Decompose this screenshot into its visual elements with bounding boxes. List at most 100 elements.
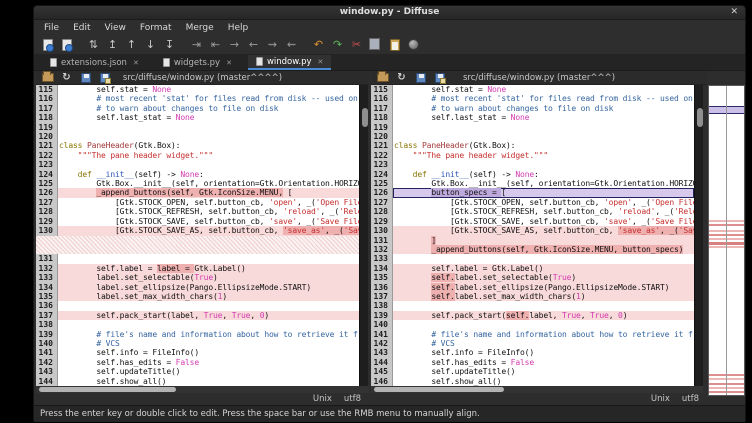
code-line[interactable]: 146 self.show_all() [371, 377, 694, 386]
copy-selection-left-button[interactable]: ⇤ [206, 36, 225, 53]
code-line[interactable]: 138 [36, 320, 359, 329]
code-line[interactable]: 133 label.set_selectable(True) [36, 273, 359, 282]
reload-file-button[interactable]: ↻ [60, 72, 73, 84]
code-line[interactable]: 129 [Gtk.STOCK_SAVE, self.button_cb, 'sa… [36, 217, 359, 226]
tab-close-icon[interactable]: ✕ [226, 59, 232, 67]
code-line[interactable]: 129 [Gtk.STOCK_SAVE, self.button_cb, 'sa… [371, 217, 694, 226]
code-line[interactable]: 131 [36, 254, 359, 263]
code-line[interactable]: 117 # to warn about changes to file on d… [36, 104, 359, 113]
code-line[interactable]: 143 self.info = FileInfo() [371, 348, 694, 357]
code-line[interactable]: 130 [Gtk.STOCK_SAVE_AS, self.button_cb, … [36, 226, 359, 235]
code-line[interactable]: 116 # most recent 'stat' for files read … [371, 94, 694, 103]
diff-overview-map[interactable] [708, 85, 745, 396]
code-line[interactable]: 131 ] [371, 236, 694, 245]
code-line[interactable]: 117 # to warn about changes to file on d… [371, 104, 694, 113]
open-file-button[interactable] [376, 72, 389, 84]
code-line[interactable]: 130 [Gtk.STOCK_SAVE_AS, self.button_cb, … [371, 226, 694, 235]
code-line[interactable]: 124 def __init__(self) -> None: [36, 170, 359, 179]
code-line[interactable]: 140 [371, 320, 694, 329]
save-file-button[interactable] [79, 72, 92, 84]
copy-left-into-selection-button[interactable]: → [225, 36, 244, 53]
code-line[interactable]: 137 self.pack_start(label, True, True, 0… [36, 311, 359, 320]
code-line[interactable]: 122 """The pane header widget.""" [36, 151, 359, 160]
code-line[interactable]: 115 self.stat = None [371, 85, 694, 94]
copy-selection-right-button[interactable]: ⇥ [187, 36, 206, 53]
left-horizontal-scrollbar[interactable] [36, 386, 369, 393]
code-line[interactable]: 136 [36, 301, 359, 310]
tab-widgets.py[interactable]: widgets.py✕ [155, 55, 240, 70]
code-line[interactable]: 128 [Gtk.STOCK_REFRESH, self.button_cb, … [36, 207, 359, 216]
left-code-pane[interactable]: 115 self.stat = None116 # most recent 's… [36, 85, 359, 386]
redo-button[interactable]: ↷ [328, 36, 347, 53]
code-line[interactable]: 120 [371, 132, 694, 141]
code-line[interactable]: 116 # most recent 'stat' for files read … [36, 94, 359, 103]
code-line[interactable]: 134 label.set_ellipsize(Pango.EllipsizeM… [36, 283, 359, 292]
new-3way-file-merge-button[interactable] [57, 36, 76, 53]
code-line[interactable]: 121class PaneHeader(Gtk.Box): [371, 141, 694, 150]
code-line[interactable]: 120 [36, 132, 359, 141]
code-line[interactable]: 118 self.last_stat = None [371, 113, 694, 122]
title-bar[interactable]: window.py - Diffuse ✕ [34, 6, 745, 20]
tab-close-icon[interactable]: ✕ [318, 58, 324, 66]
code-line[interactable]: 123 [371, 160, 694, 169]
first-difference-button[interactable]: ↥ [103, 36, 122, 53]
code-line[interactable]: 139 # file's name and information about … [36, 330, 359, 339]
tab-window.py[interactable]: window.py✕ [248, 55, 331, 70]
menu-item-view[interactable]: View [98, 23, 133, 33]
tab-extensions.json[interactable]: extensions.json✕ [42, 55, 147, 70]
code-line[interactable]: 119 [36, 123, 359, 132]
code-line[interactable]: 126 _append_buttons(self, Gtk.IconSize.M… [36, 188, 359, 197]
code-line[interactable]: 125 Gtk.Box.__init__(self, orientation=G… [371, 179, 694, 188]
code-line[interactable]: 140 # VCS [36, 339, 359, 348]
code-line[interactable]: 122 """The pane header widget.""" [371, 151, 694, 160]
right-horizontal-scrollbar[interactable] [371, 386, 703, 393]
code-line[interactable]: 138 [371, 301, 694, 310]
reload-file-button[interactable]: ↻ [395, 72, 408, 84]
right-code-pane[interactable]: 115 self.stat = None116 # most recent 's… [371, 85, 694, 386]
menu-item-format[interactable]: Format [133, 23, 179, 33]
code-line[interactable]: 136 self.label.set_ellipsize(Pango.Ellip… [371, 283, 694, 292]
tab-close-icon[interactable]: ✕ [133, 59, 139, 67]
close-icon[interactable]: ✕ [730, 7, 738, 17]
code-line[interactable]: 127 [Gtk.STOCK_OPEN, self.button_cb, 'op… [371, 198, 694, 207]
code-line[interactable]: 125 Gtk.Box.__init__(self, orientation=G… [36, 179, 359, 188]
code-line[interactable]: 123 [36, 160, 359, 169]
code-line[interactable]: 121class PaneHeader(Gtk.Box): [36, 141, 359, 150]
previous-difference-button[interactable]: ↑ [122, 36, 141, 53]
merge-from-right-then-left-button[interactable]: ⇜ [282, 36, 301, 53]
next-difference-button[interactable]: ↓ [141, 36, 160, 53]
code-line[interactable]: 128 [Gtk.STOCK_REFRESH, self.button_cb, … [371, 207, 694, 216]
code-line[interactable]: 135 self.label.set_selectable(True) [371, 273, 694, 282]
code-line[interactable]: 139 self.pack_start(self.label, True, Tr… [371, 311, 694, 320]
code-line[interactable]: 118 self.last_stat = None [36, 113, 359, 122]
save-file-as-button[interactable] [433, 72, 446, 84]
left-horizontal-scrollbar-thumb[interactable] [39, 387, 176, 392]
menu-item-file[interactable]: File [37, 23, 66, 33]
right-vertical-scrollbar[interactable] [694, 85, 703, 386]
code-line[interactable]: 119 [371, 123, 694, 132]
code-line[interactable]: 127 [Gtk.STOCK_OPEN, self.button_cb, 'op… [36, 198, 359, 207]
code-line[interactable]: 137 self.label.set_max_width_chars(1) [371, 292, 694, 301]
merge-from-left-then-right-button[interactable]: ⇝ [263, 36, 282, 53]
diff-map-right-column[interactable] [726, 86, 744, 395]
copy-button[interactable] [366, 36, 385, 53]
paste-button[interactable] [385, 36, 404, 53]
save-file-as-button[interactable] [98, 72, 111, 84]
right-vertical-scrollbar-thumb[interactable] [697, 108, 703, 127]
menu-item-edit[interactable]: Edit [66, 23, 97, 33]
realign-all-button[interactable]: ⇅ [84, 36, 103, 53]
left-vertical-scrollbar[interactable] [359, 85, 368, 386]
last-difference-button[interactable]: ↧ [160, 36, 179, 53]
open-file-button[interactable] [41, 72, 54, 84]
left-vertical-scrollbar-thumb[interactable] [362, 108, 368, 127]
code-line[interactable]: 141 self.info = FileInfo() [36, 348, 359, 357]
code-line[interactable]: 142 # VCS [371, 339, 694, 348]
code-line[interactable]: 144 self.has_edits = False [371, 358, 694, 367]
code-line[interactable]: 126 button_specs = [ [371, 188, 694, 197]
code-line[interactable]: 144 self.show_all() [36, 377, 359, 386]
save-file-button[interactable] [414, 72, 427, 84]
undo-button[interactable]: ↶ [309, 36, 328, 53]
code-line[interactable]: 141 # file's name and information about … [371, 330, 694, 339]
code-line[interactable]: 132 self.label = label = Gtk.Label() [36, 264, 359, 273]
cut-button[interactable]: ✂ [347, 36, 366, 53]
